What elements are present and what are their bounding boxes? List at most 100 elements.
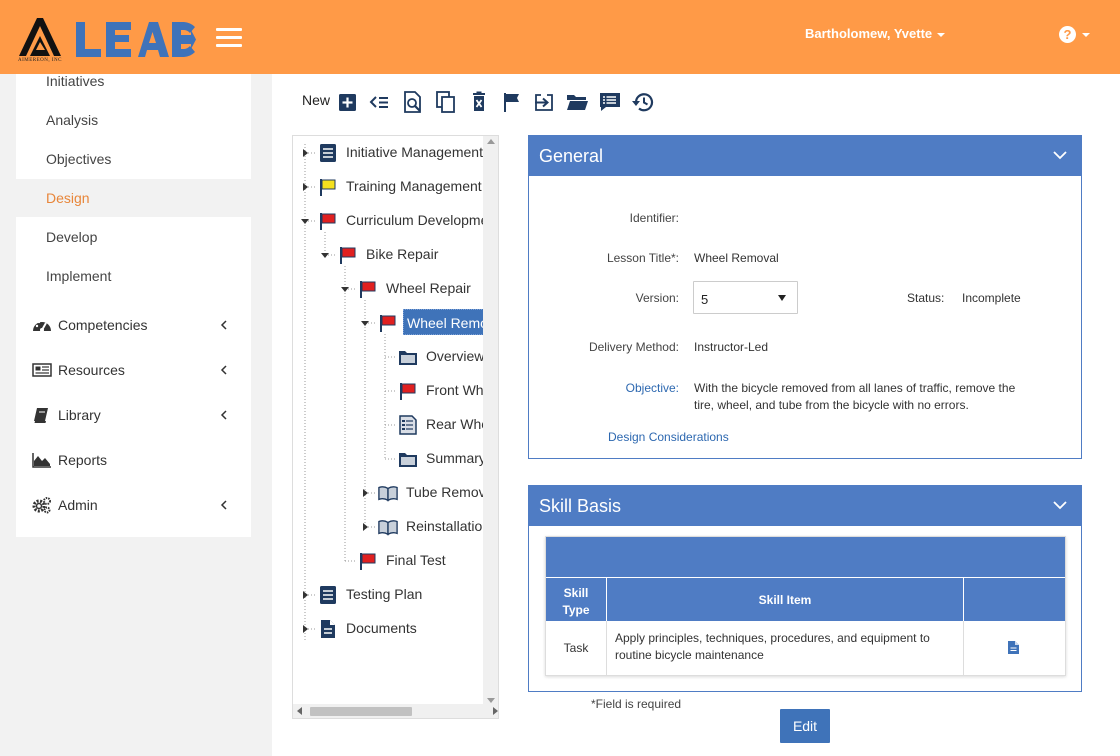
file-icon bbox=[321, 620, 335, 638]
file-icon[interactable] bbox=[1008, 641, 1019, 654]
tree-collapse-toggle[interactable] bbox=[301, 219, 309, 224]
form-icon bbox=[399, 415, 417, 435]
identifier-label: Identifier: bbox=[629, 211, 679, 225]
scroll-up-icon[interactable] bbox=[487, 139, 495, 144]
actions-header bbox=[964, 577, 1065, 621]
red-flag-icon bbox=[320, 213, 336, 230]
version-label: Version: bbox=[635, 291, 679, 305]
caret-down-icon bbox=[778, 295, 786, 301]
sidebar-item-design[interactable]: Design bbox=[16, 179, 251, 217]
folder-icon bbox=[399, 351, 417, 365]
status-label: Status: bbox=[907, 291, 945, 305]
design-considerations-link[interactable]: Design Considerations bbox=[608, 430, 729, 444]
skill-basis-panel-header[interactable]: Skill Basis bbox=[529, 486, 1081, 526]
delivery-method-label: Delivery Method: bbox=[588, 340, 679, 354]
export-icon[interactable] bbox=[532, 90, 556, 114]
tree-collapse-toggle[interactable] bbox=[361, 321, 369, 326]
lesson-title-value: Wheel Removal bbox=[694, 251, 779, 265]
sidebar-item-reports[interactable]: Reports bbox=[16, 440, 251, 480]
edit-button[interactable]: Edit bbox=[780, 709, 830, 743]
general-panel-title: General bbox=[539, 146, 604, 166]
tree-horizontal-scrollbar[interactable] bbox=[293, 704, 498, 718]
chevron-left-icon bbox=[220, 500, 227, 510]
copy-icon[interactable] bbox=[434, 90, 458, 114]
indent-list-icon[interactable] bbox=[367, 90, 391, 114]
help-menu[interactable]: ? bbox=[1059, 26, 1090, 44]
area-chart-icon bbox=[32, 453, 51, 468]
flag-icon[interactable] bbox=[500, 90, 524, 114]
question-circle-icon: ? bbox=[1059, 26, 1076, 43]
sidebar-item-initiatives[interactable]: Initiatives bbox=[16, 62, 251, 100]
tree-collapse-toggle[interactable] bbox=[341, 287, 349, 292]
scrollbar-thumb[interactable] bbox=[310, 707, 412, 716]
sidebar: Initiatives Analysis Objectives Design D… bbox=[16, 73, 251, 537]
content-tree[interactable]: Initiative Management Training Managemen… bbox=[292, 135, 499, 719]
tree-expand-toggle[interactable] bbox=[363, 523, 368, 531]
chevron-left-icon bbox=[220, 320, 227, 330]
objective-text-line1: With the bicycle removed from all lanes … bbox=[694, 381, 1016, 395]
user-menu[interactable]: Bartholomew, Yvette bbox=[805, 26, 946, 41]
document-icon bbox=[320, 586, 336, 604]
tree-expand-toggle[interactable] bbox=[303, 183, 308, 191]
sidebar-item-library[interactable]: Library bbox=[16, 395, 251, 435]
red-flag-icon bbox=[360, 281, 376, 298]
add-icon[interactable] bbox=[336, 90, 360, 114]
skill-type-cell: Task bbox=[546, 621, 607, 675]
objective-text-line2: tire, wheel, and tube from the bicycle w… bbox=[694, 398, 969, 412]
book-icon bbox=[378, 486, 398, 502]
red-flag-icon bbox=[340, 247, 356, 264]
hamburger-menu-icon[interactable] bbox=[216, 28, 242, 48]
chevron-down-icon[interactable] bbox=[1053, 500, 1067, 510]
book-icon bbox=[378, 520, 398, 536]
scroll-right-icon[interactable] bbox=[493, 707, 498, 715]
main-content: New Initiative Management Training Manag… bbox=[272, 74, 1120, 756]
skill-item-header: Skill Item bbox=[607, 577, 964, 621]
history-icon[interactable] bbox=[631, 90, 655, 114]
search-document-icon[interactable] bbox=[401, 90, 425, 114]
sidebar-item-develop[interactable]: Develop bbox=[16, 218, 251, 256]
sidebar-item-resources[interactable]: Resources bbox=[16, 350, 251, 390]
skill-type-header: Skill Type bbox=[546, 577, 607, 621]
version-select[interactable]: 5 bbox=[693, 281, 798, 314]
sidebar-item-competencies[interactable]: Competencies bbox=[16, 305, 251, 345]
newspaper-icon bbox=[32, 363, 52, 377]
tree-expand-toggle[interactable] bbox=[303, 149, 308, 157]
scroll-left-icon[interactable] bbox=[297, 707, 302, 715]
tree-collapse-toggle[interactable] bbox=[321, 253, 329, 258]
sidebar-item-analysis[interactable]: Analysis bbox=[16, 101, 251, 139]
caret-down-icon bbox=[937, 32, 946, 37]
sidebar-item-objectives[interactable]: Objectives bbox=[16, 140, 251, 178]
scroll-down-icon[interactable] bbox=[487, 698, 495, 703]
skill-basis-panel: Skill Basis Skill Type Skill Item Task A… bbox=[528, 485, 1082, 692]
user-name: Bartholomew, Yvette bbox=[805, 26, 933, 41]
skill-item-cell: Apply principles, techniques, procedures… bbox=[607, 621, 964, 675]
tree-vertical-scrollbar[interactable] bbox=[483, 136, 498, 706]
actions-cell bbox=[964, 621, 1065, 675]
skill-basis-panel-title: Skill Basis bbox=[539, 496, 622, 516]
comment-list-icon[interactable] bbox=[598, 90, 622, 114]
gears-icon bbox=[32, 497, 51, 514]
open-folder-icon[interactable] bbox=[565, 90, 589, 114]
caret-down-icon bbox=[1082, 32, 1090, 37]
dashboard-icon bbox=[33, 319, 51, 332]
general-panel: General Identifier: Lesson Title*: Wheel… bbox=[528, 135, 1082, 459]
chevron-down-icon[interactable] bbox=[1053, 150, 1067, 160]
delivery-method-value: Instructor-Led bbox=[694, 340, 769, 354]
lesson-title-label: Lesson Title*: bbox=[606, 251, 679, 265]
sidebar-item-admin[interactable]: Admin bbox=[16, 485, 251, 525]
tree-expand-toggle[interactable] bbox=[303, 625, 308, 633]
tree-expand-toggle[interactable] bbox=[363, 489, 368, 497]
objective-link[interactable]: Objective: bbox=[529, 381, 679, 395]
sidebar-item-implement[interactable]: Implement bbox=[16, 257, 251, 295]
red-flag-icon bbox=[380, 315, 396, 332]
new-label: New bbox=[302, 92, 331, 108]
tree-expand-toggle[interactable] bbox=[303, 591, 308, 599]
general-panel-header[interactable]: General bbox=[529, 136, 1081, 176]
document-icon bbox=[320, 144, 336, 162]
delete-icon[interactable] bbox=[467, 90, 491, 114]
yellow-flag-icon bbox=[320, 179, 336, 196]
table-caption-bar bbox=[546, 537, 1065, 577]
chevron-left-icon bbox=[220, 410, 227, 420]
status-value: Incomplete bbox=[962, 291, 1021, 305]
red-flag-icon bbox=[400, 383, 416, 400]
